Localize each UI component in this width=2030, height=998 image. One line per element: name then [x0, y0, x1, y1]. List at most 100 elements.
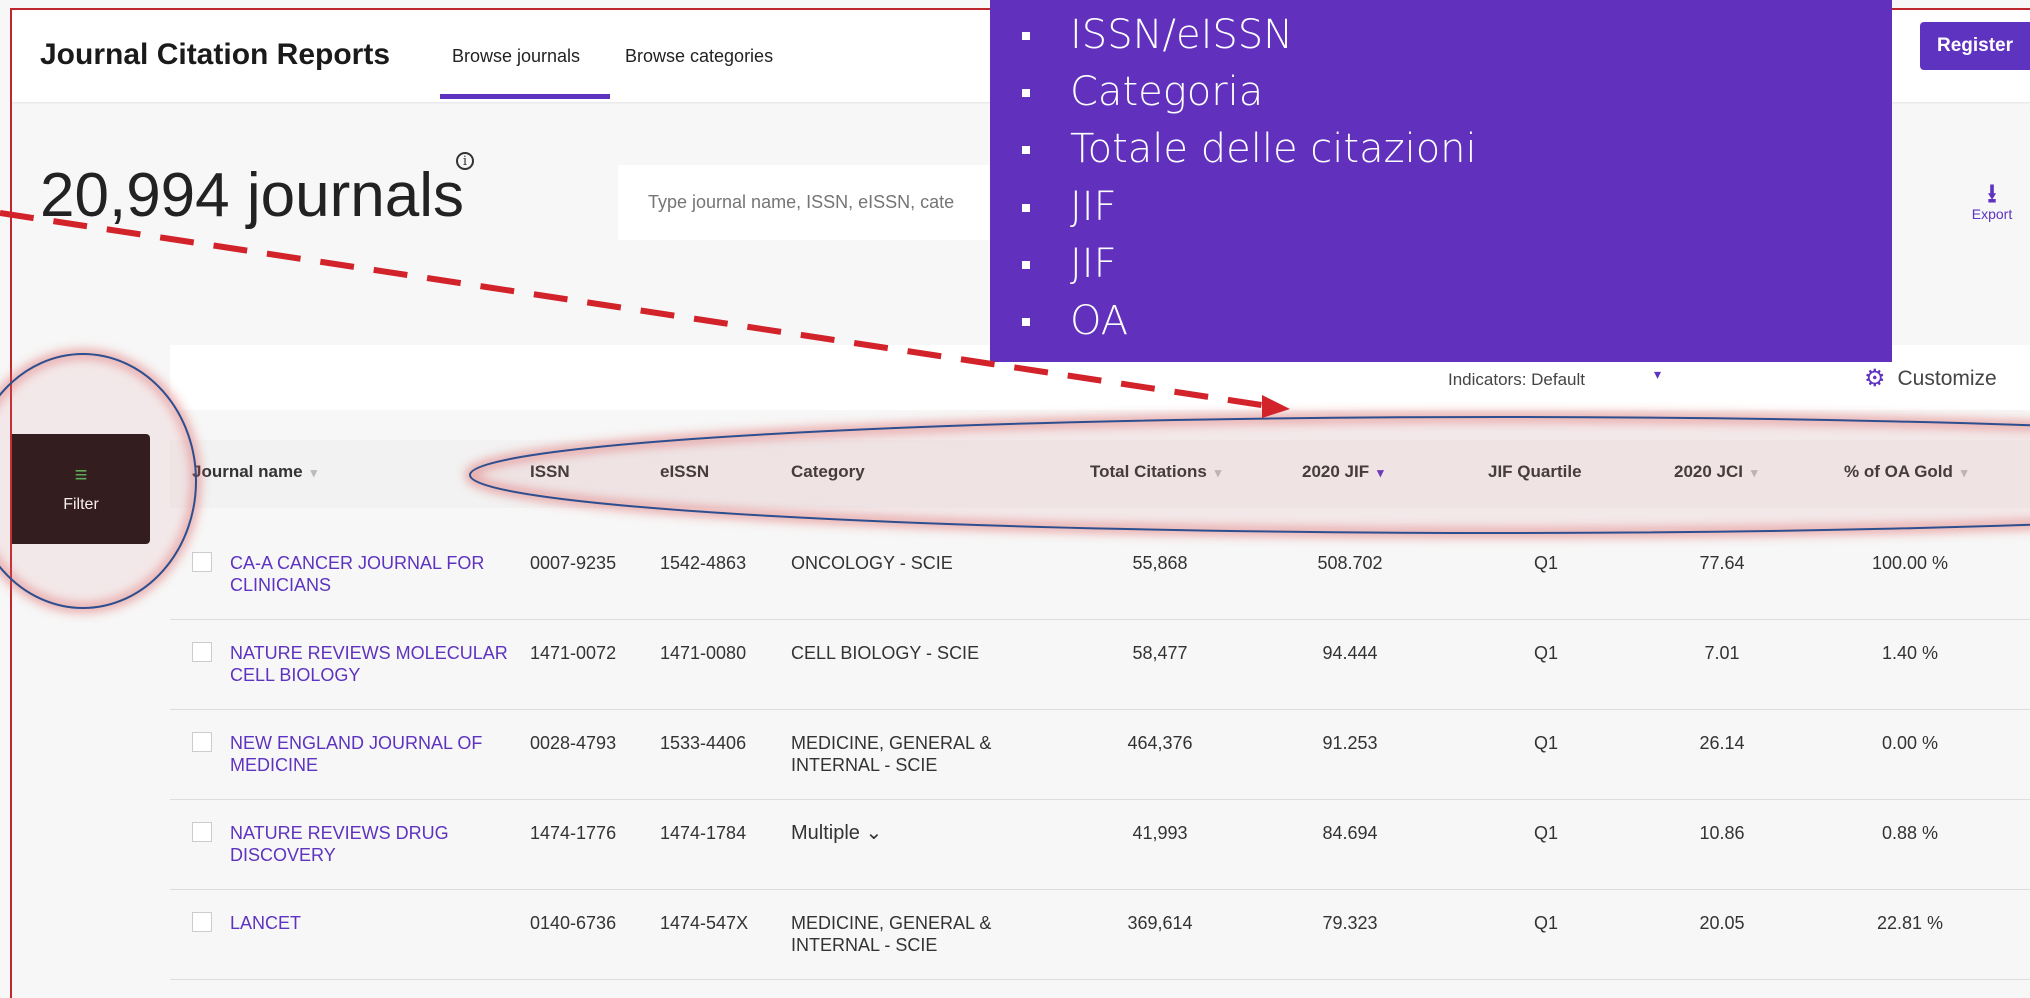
filter-label: Filter	[63, 496, 99, 513]
bullet-icon	[1022, 204, 1030, 212]
table-row: CA-A CANCER JOURNAL FOR CLINICIANS 0007-…	[170, 530, 2030, 620]
column-header-jif-quartile[interactable]: JIF Quartile	[1488, 462, 1582, 482]
search-input[interactable]	[646, 191, 1018, 214]
bullet-icon	[1022, 146, 1030, 154]
issn-cell: 1474-1776	[530, 823, 617, 843]
jci-cell: 26.14	[1699, 733, 1745, 753]
eissn-cell: 1542-4863	[660, 553, 747, 573]
info-icon[interactable]: i	[456, 152, 474, 170]
citations-cell: 41,993	[1132, 823, 1188, 843]
column-label: Journal name	[192, 462, 303, 481]
callout-text: Categoria	[1070, 69, 1264, 115]
column-header-issn[interactable]: ISSN	[530, 462, 570, 482]
customize-button[interactable]: ⚙ Customize	[1864, 364, 1997, 393]
journal-name-link[interactable]: LANCET	[230, 912, 510, 934]
table-row: NATURE REVIEWS DRUG DISCOVERY 1474-1776 …	[170, 800, 2030, 890]
annotation-callout-box: ISSN/eISSN Categoria Totale delle citazi…	[990, 0, 1892, 362]
jif-cell: 91.253	[1322, 733, 1378, 753]
callout-text: JIF	[1070, 241, 1117, 287]
category-multiple-dropdown[interactable]: Multiple ⌄	[791, 822, 1031, 844]
jif-cell: 94.444	[1322, 643, 1378, 663]
tab-browse-journals[interactable]: Browse journals	[452, 46, 580, 67]
jif-cell: 79.323	[1322, 913, 1378, 933]
column-header-oa-gold[interactable]: % of OA Gold ▾	[1844, 462, 1967, 482]
oa-cell: 1.40 %	[1881, 643, 1939, 663]
bullet-icon	[1022, 261, 1030, 269]
jci-cell: 20.05	[1699, 913, 1745, 933]
callout-item: JIF	[1022, 241, 1117, 287]
tab-browse-categories[interactable]: Browse categories	[625, 46, 773, 67]
column-header-jif[interactable]: 2020 JIF ▾	[1302, 462, 1384, 482]
category-cell: CELL BIOLOGY - SCIE	[791, 643, 980, 663]
journal-name-link[interactable]: NATURE REVIEWS MOLECULAR CELL BIOLOGY	[230, 642, 510, 686]
callout-item: OA	[1022, 298, 1128, 344]
table-row: LANCET 0140-6736 1474-547X MEDICINE, GEN…	[170, 890, 2030, 980]
quartile-cell: Q1	[1533, 553, 1558, 573]
journal-name-link[interactable]: NATURE REVIEWS DRUG DISCOVERY	[230, 822, 510, 866]
gear-icon: ⚙	[1864, 365, 1886, 392]
callout-item: JIF	[1022, 184, 1117, 230]
quartile-cell: Q1	[1533, 643, 1558, 663]
callout-text: JIF	[1070, 184, 1117, 230]
bullet-icon	[1022, 32, 1030, 40]
row-checkbox[interactable]	[192, 732, 212, 752]
sort-icon[interactable]: ▾	[311, 465, 318, 480]
citations-cell: 369,614	[1127, 913, 1193, 933]
issn-cell: 0028-4793	[530, 733, 617, 753]
category-cell: MEDICINE, GENERAL & INTERNAL - SCIE	[791, 733, 992, 775]
bullet-icon	[1022, 318, 1030, 326]
column-header-eissn[interactable]: eISSN	[660, 462, 709, 482]
journal-name-link[interactable]: CA-A CANCER JOURNAL FOR CLINICIANS	[230, 552, 510, 596]
table-row: NATURE REVIEWS MOLECULAR CELL BIOLOGY 14…	[170, 620, 2030, 710]
column-label: 2020 JCI	[1674, 462, 1743, 481]
callout-text: Totale delle citazioni	[1070, 126, 1477, 172]
row-checkbox[interactable]	[192, 642, 212, 662]
eissn-cell: 1474-547X	[660, 913, 749, 933]
callout-item: ISSN/eISSN	[1022, 12, 1293, 58]
sort-icon[interactable]: ▾	[1377, 465, 1384, 480]
column-label: % of OA Gold	[1844, 462, 1953, 481]
sort-icon[interactable]: ▾	[1961, 465, 1968, 480]
issn-cell: 1471-0072	[530, 643, 617, 663]
eissn-cell: 1471-0080	[660, 643, 747, 663]
bullet-icon	[1022, 89, 1030, 97]
jif-cell: 84.694	[1322, 823, 1378, 843]
customize-label: Customize	[1897, 366, 1997, 390]
citations-cell: 55,868	[1132, 553, 1188, 573]
chevron-down-icon[interactable]: ▾	[1654, 366, 1661, 383]
register-button[interactable]: Register	[1920, 22, 2030, 70]
column-label: Total Citations	[1090, 462, 1207, 481]
column-header-total-citations[interactable]: Total Citations ▾	[1090, 462, 1221, 482]
issn-cell: 0007-9235	[530, 553, 617, 573]
row-checkbox[interactable]	[192, 552, 212, 572]
brand-title: Journal Citation Reports	[40, 38, 391, 71]
sort-icon[interactable]: ▾	[1215, 465, 1222, 480]
filter-button[interactable]: ≡ Filter	[12, 434, 150, 544]
column-header-jci[interactable]: 2020 JCI ▾	[1674, 462, 1758, 482]
oa-cell: 22.81 %	[1876, 913, 1944, 933]
column-label: 2020 JIF	[1302, 462, 1370, 481]
issn-cell: 0140-6736	[530, 913, 617, 933]
journal-name-link[interactable]: NEW ENGLAND JOURNAL OF MEDICINE	[230, 732, 510, 776]
download-icon: ⭳	[1987, 178, 1997, 208]
oa-cell: 100.00 %	[1871, 553, 1949, 573]
search-box[interactable]	[618, 165, 1018, 240]
column-header-journal-name[interactable]: Journal name ▾	[192, 462, 317, 482]
quartile-cell: Q1	[1533, 733, 1558, 753]
column-header-category[interactable]: Category	[791, 462, 865, 482]
filter-icon: ≡	[74, 462, 88, 487]
export-button[interactable]: ⭳ Export	[1960, 180, 2024, 222]
oa-cell: 0.88 %	[1881, 823, 1939, 843]
row-checkbox[interactable]	[192, 822, 212, 842]
category-cell: MEDICINE, GENERAL & INTERNAL - SCIE	[791, 913, 992, 955]
table-row: NEW ENGLAND JOURNAL OF MEDICINE 0028-479…	[170, 710, 2030, 800]
sort-icon[interactable]: ▾	[1751, 465, 1758, 480]
citations-cell: 464,376	[1127, 733, 1193, 753]
callout-item: Categoria	[1022, 69, 1264, 115]
quartile-cell: Q1	[1533, 823, 1558, 843]
quartile-cell: Q1	[1533, 913, 1558, 933]
jci-cell: 77.64	[1699, 553, 1745, 573]
row-checkbox[interactable]	[192, 912, 212, 932]
export-label: Export	[1971, 206, 2013, 222]
indicators-dropdown[interactable]: Indicators: Default	[1448, 370, 1585, 390]
